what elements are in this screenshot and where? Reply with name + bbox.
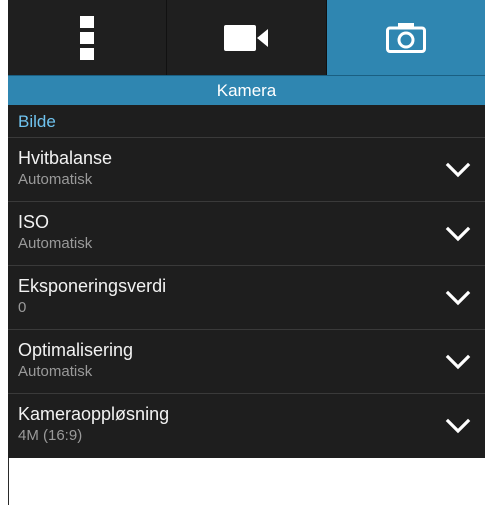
setting-value: Automatisk — [18, 171, 93, 188]
vertical-dots-icon — [80, 15, 95, 60]
setting-title: Eksponeringsverdi — [18, 276, 167, 296]
tab-camera[interactable] — [325, 0, 485, 75]
tab-more-settings[interactable] — [8, 0, 167, 75]
setting-title: Optimalisering — [18, 340, 134, 360]
setting-white-balance[interactable]: Hvitbalanse Automatisk — [8, 138, 485, 202]
settings-list: Hvitbalanse Automatisk ISO Automatisk Ek… — [8, 138, 485, 458]
section-title: Bilde — [18, 112, 56, 131]
setting-value: Automatisk — [18, 235, 93, 252]
panel-edge-line — [8, 458, 9, 505]
setting-camera-resolution[interactable]: Kameraoppløsning 4M (16:9) — [8, 394, 485, 458]
setting-optimization[interactable]: Optimalisering Automatisk — [8, 330, 485, 394]
chevron-down-icon[interactable] — [445, 222, 471, 246]
setting-title: Kameraoppløsning — [18, 404, 170, 424]
setting-title: Hvitbalanse — [18, 148, 113, 168]
mode-tab-bar — [8, 0, 485, 75]
setting-value: Automatisk — [18, 363, 93, 380]
setting-value: 0 — [18, 299, 27, 316]
tab-video[interactable] — [166, 0, 326, 75]
setting-iso[interactable]: ISO Automatisk — [8, 202, 485, 266]
video-camera-icon — [224, 24, 269, 51]
chevron-down-icon[interactable] — [445, 414, 471, 438]
chevron-down-icon[interactable] — [445, 286, 471, 310]
chevron-down-icon[interactable] — [445, 350, 471, 374]
setting-title: ISO — [18, 212, 50, 232]
page-title: Kamera — [8, 75, 485, 105]
setting-value: 4M (16:9) — [18, 427, 83, 444]
setting-exposure-value[interactable]: Eksponeringsverdi 0 — [8, 266, 485, 330]
camera-icon — [385, 22, 426, 53]
chevron-down-icon[interactable] — [445, 158, 471, 182]
camera-settings-panel: Kamera Bilde Hvitbalanse Automatisk ISO … — [8, 0, 485, 458]
